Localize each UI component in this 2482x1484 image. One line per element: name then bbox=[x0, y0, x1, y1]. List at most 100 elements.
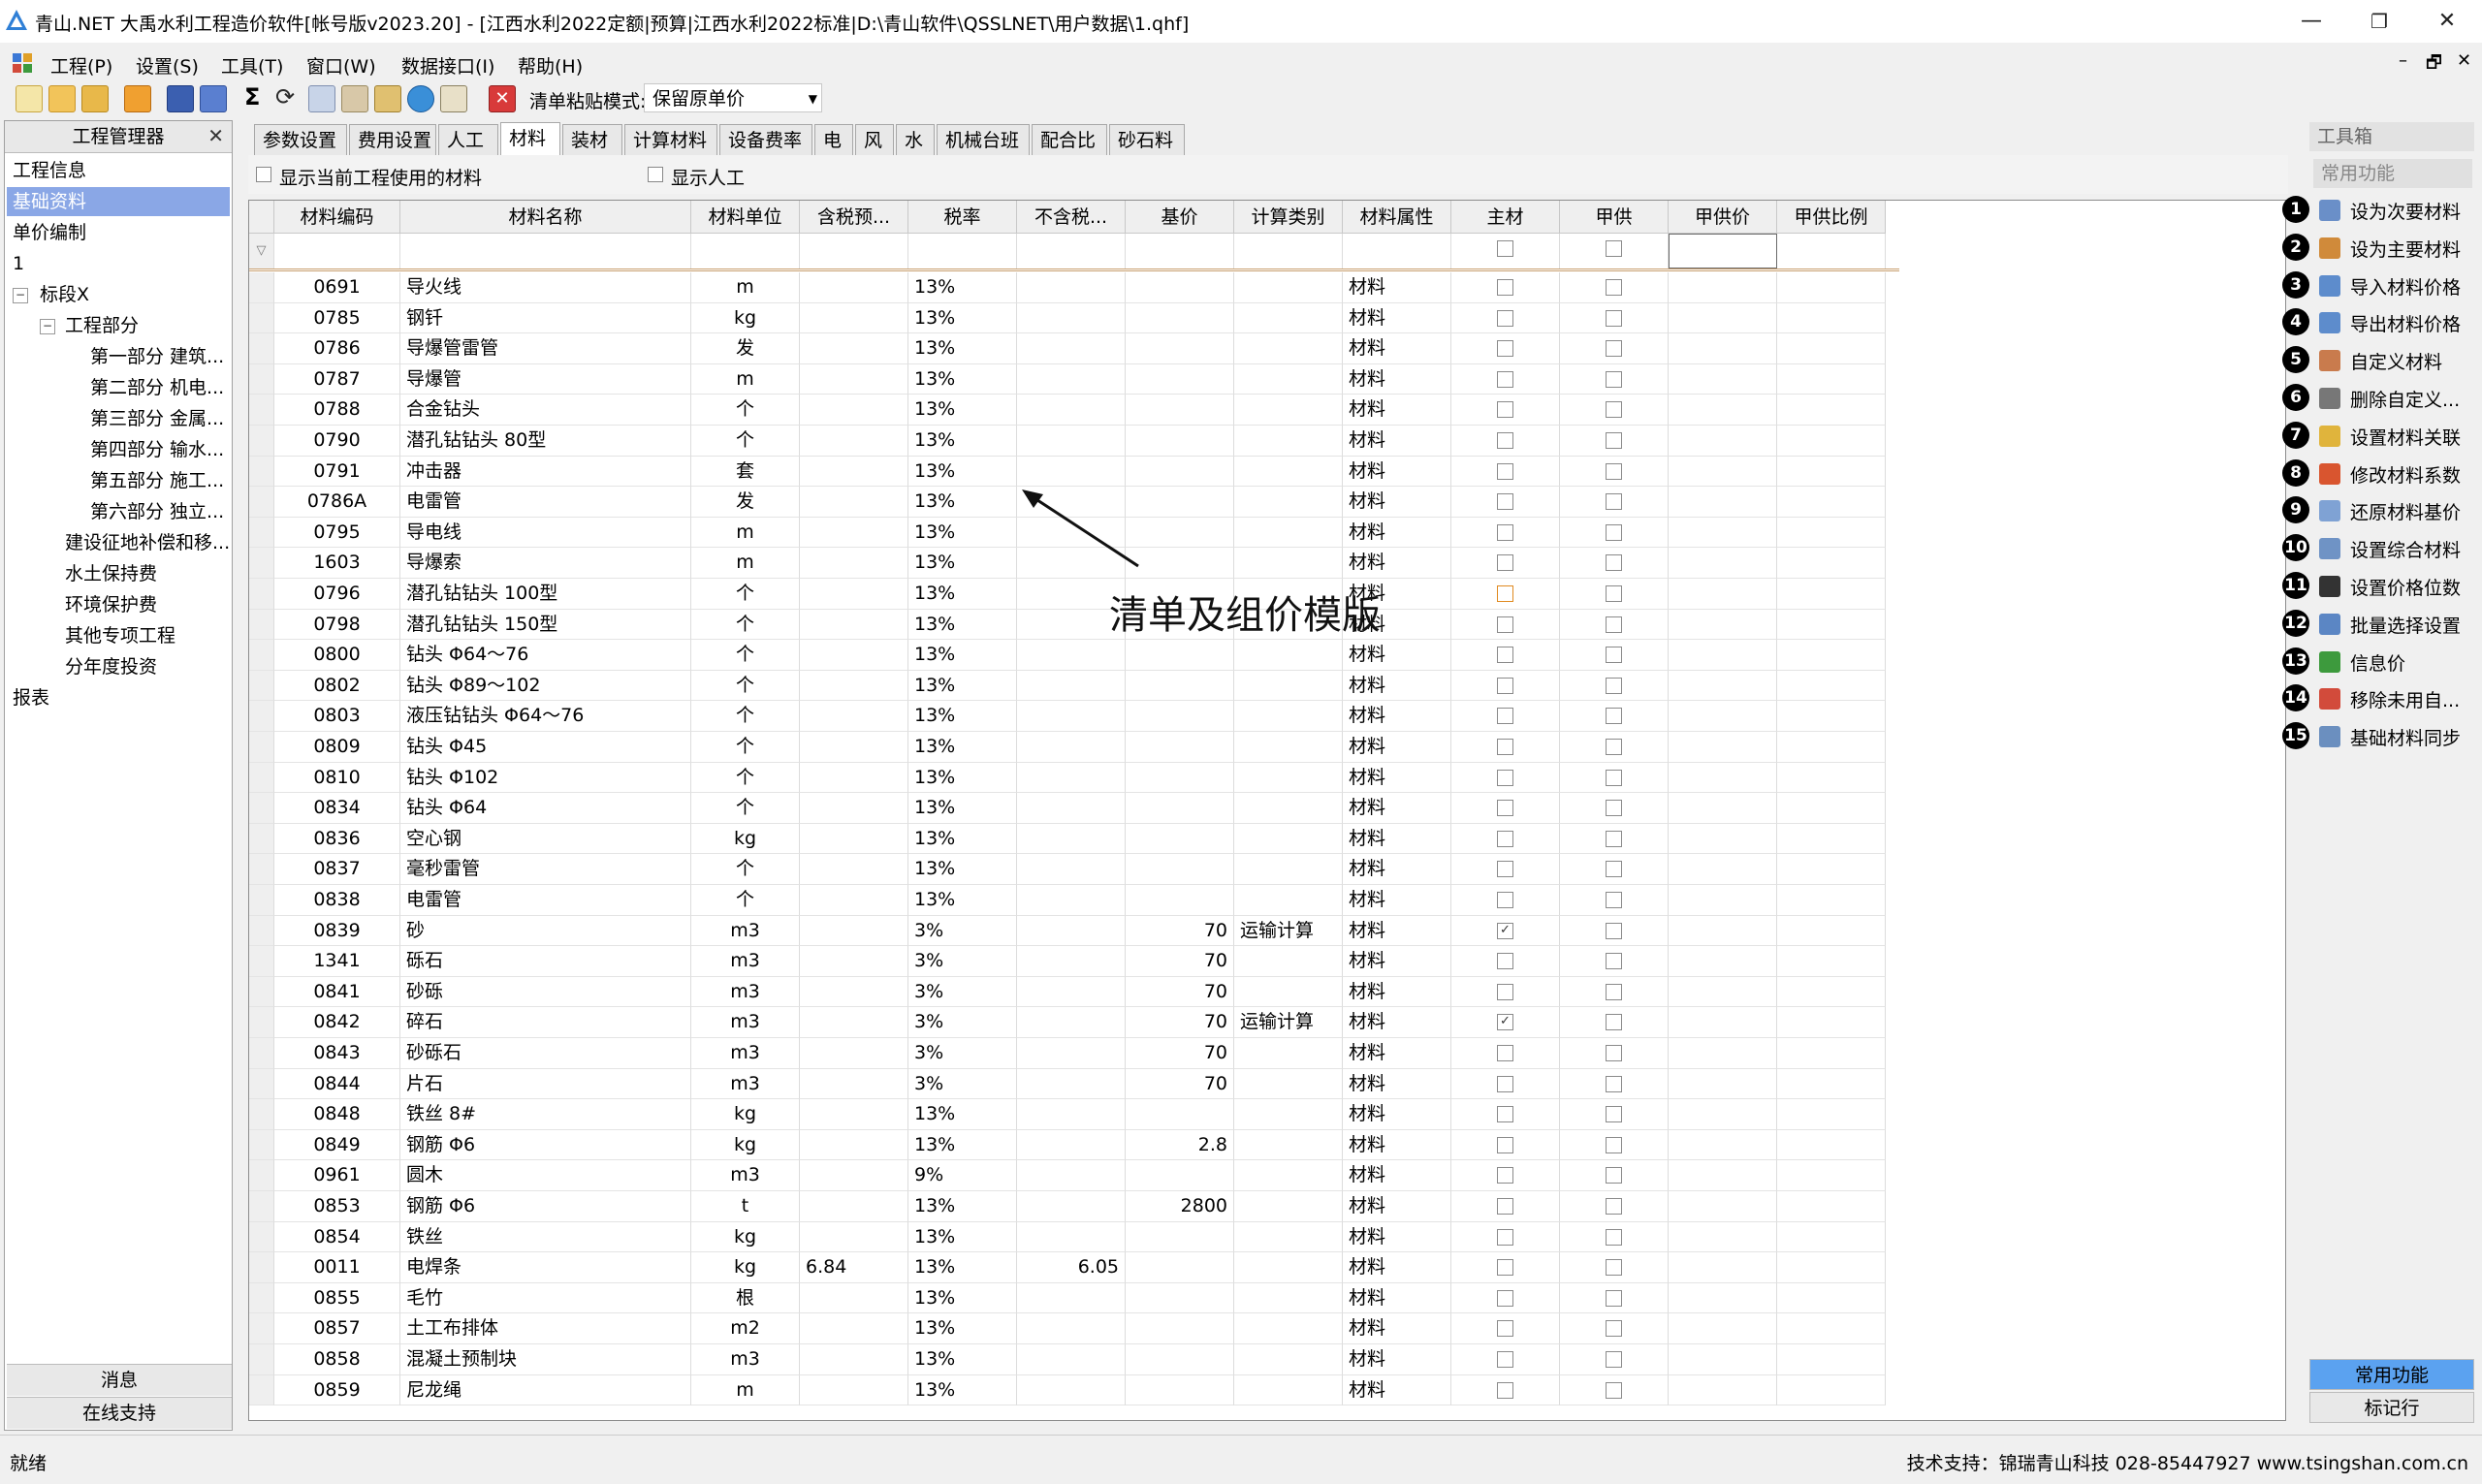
cell-base[interactable] bbox=[1126, 1221, 1234, 1253]
cell-base[interactable] bbox=[1126, 395, 1234, 426]
nav-basic-data[interactable]: 基础资料 bbox=[7, 187, 230, 216]
tab-4[interactable]: 装材 bbox=[562, 124, 622, 155]
cell-jia_ratio[interactable] bbox=[1777, 1068, 1886, 1100]
cell-jia_price[interactable] bbox=[1669, 854, 1777, 885]
cell-unit[interactable]: t bbox=[691, 1191, 800, 1222]
owner-supplied-checkbox[interactable] bbox=[1606, 523, 1622, 541]
owner-supplied-checkbox[interactable] bbox=[1606, 1289, 1622, 1307]
cell-rate[interactable]: 13% bbox=[908, 333, 1017, 364]
cell-attr[interactable]: 材料 bbox=[1343, 701, 1451, 732]
filter-cell[interactable] bbox=[908, 234, 1017, 268]
table-row[interactable]: 0857 土工布排体 m2 13% 材料 bbox=[249, 1313, 1899, 1344]
main-material-checkbox[interactable]: ✓ bbox=[1497, 922, 1513, 939]
cell-unit[interactable]: m bbox=[691, 548, 800, 579]
cell-jia_price[interactable] bbox=[1669, 1191, 1777, 1222]
toolbox-item[interactable]: 4 导出材料价格 bbox=[2282, 304, 2478, 341]
cell-jia_price[interactable] bbox=[1669, 426, 1777, 457]
cell-calc[interactable] bbox=[1234, 1252, 1343, 1283]
table-row[interactable]: 0803 液压钻钻头 Φ64～76 个 13% 材料 bbox=[249, 701, 1899, 732]
column-header[interactable]: 不含税... bbox=[1017, 201, 1126, 234]
table-row[interactable]: 0791 冲击器套 13% 材料 bbox=[249, 456, 1899, 488]
cell-rate[interactable]: 13% bbox=[908, 762, 1017, 794]
cell-tax_price[interactable] bbox=[800, 272, 908, 303]
cell-base[interactable]: 2.8 bbox=[1126, 1129, 1234, 1161]
main-material-checkbox[interactable] bbox=[1497, 616, 1513, 633]
row-indicator[interactable] bbox=[249, 609, 274, 641]
cell-calc[interactable] bbox=[1234, 793, 1343, 824]
table-row[interactable]: 0788 合金钻头个 13% 材料 bbox=[249, 395, 1899, 426]
filter-cell[interactable] bbox=[1126, 234, 1234, 268]
row-indicator[interactable] bbox=[249, 854, 274, 885]
table-row[interactable]: 0810 钻头 Φ102 个 13% 材料 bbox=[249, 762, 1899, 794]
cell-jia_ratio[interactable] bbox=[1777, 793, 1886, 824]
cell-calc[interactable] bbox=[1234, 823, 1343, 855]
main-material-checkbox[interactable] bbox=[1497, 892, 1513, 908]
cell-main[interactable] bbox=[1451, 732, 1560, 763]
toolbox-item[interactable]: 3 导入材料价格 bbox=[2282, 268, 2478, 304]
cell-code[interactable]: 0858 bbox=[274, 1344, 400, 1375]
cell-tax_price[interactable] bbox=[800, 823, 908, 855]
cell-jia[interactable] bbox=[1560, 1160, 1669, 1191]
cell-jia[interactable] bbox=[1560, 670, 1669, 702]
main-material-checkbox[interactable] bbox=[1497, 1106, 1513, 1123]
cell-unit[interactable]: 个 bbox=[691, 762, 800, 794]
owner-supplied-checkbox[interactable] bbox=[1606, 1320, 1622, 1338]
row-indicator[interactable] bbox=[249, 272, 274, 303]
tree-part-2[interactable]: 第二部分 机电... bbox=[90, 373, 224, 402]
tab-7[interactable]: 电 bbox=[814, 124, 853, 155]
owner-supplied-checkbox[interactable] bbox=[1606, 340, 1622, 358]
cell-tax_price[interactable] bbox=[800, 1344, 908, 1375]
table-row[interactable]: 0691 导火线 m 13% 材料 bbox=[249, 272, 1899, 303]
owner-supplied-checkbox[interactable] bbox=[1606, 585, 1622, 602]
cell-attr[interactable]: 材料 bbox=[1343, 670, 1451, 702]
cell-code[interactable]: 0854 bbox=[274, 1221, 400, 1253]
cell-name[interactable]: 潜孔钻钻头 80型 bbox=[400, 426, 691, 457]
tab-11[interactable]: 配合比 bbox=[1032, 124, 1107, 155]
cell-jia[interactable] bbox=[1560, 456, 1669, 488]
nav-unit-price[interactable]: 单价编制 bbox=[13, 218, 86, 247]
cell-name[interactable]: 毛竹 bbox=[400, 1282, 691, 1314]
filter-cell[interactable] bbox=[1451, 234, 1560, 268]
toolbox-item[interactable]: 10 设置综合材料 bbox=[2282, 530, 2478, 567]
main-material-checkbox[interactable] bbox=[1497, 983, 1513, 1000]
cell-name[interactable]: 合金钻头 bbox=[400, 395, 691, 426]
row-indicator[interactable] bbox=[249, 1344, 274, 1375]
row-indicator[interactable] bbox=[249, 1160, 274, 1191]
cell-notax[interactable] bbox=[1017, 976, 1126, 1008]
cell-jia[interactable] bbox=[1560, 854, 1669, 885]
cell-calc[interactable] bbox=[1234, 426, 1343, 457]
cell-jia[interactable] bbox=[1560, 1374, 1669, 1406]
cell-jia_price[interactable] bbox=[1669, 1344, 1777, 1375]
cell-main[interactable] bbox=[1451, 1282, 1560, 1314]
cell-tax_price[interactable] bbox=[800, 517, 908, 549]
main-material-checkbox[interactable] bbox=[1497, 1045, 1513, 1061]
collapse-icon[interactable]: − bbox=[13, 288, 28, 303]
menu-settings[interactable]: 设置(S) bbox=[136, 52, 199, 79]
cell-jia_ratio[interactable] bbox=[1777, 456, 1886, 488]
owner-supplied-checkbox[interactable] bbox=[1606, 1014, 1622, 1031]
table-row[interactable]: 0786 导爆管雷管发 13% 材料 bbox=[249, 333, 1899, 364]
tree-section-x[interactable]: 标段X bbox=[40, 280, 89, 309]
main-material-checkbox[interactable] bbox=[1497, 432, 1513, 449]
cell-base[interactable] bbox=[1126, 363, 1234, 395]
table-row[interactable]: 0843 砂砾石 m3 3% 70 材料 bbox=[249, 1038, 1899, 1069]
new-file-icon[interactable] bbox=[16, 85, 43, 112]
cell-unit[interactable]: 个 bbox=[691, 885, 800, 916]
cell-main[interactable] bbox=[1451, 1129, 1560, 1161]
tree-part-1[interactable]: 第一部分 建筑... bbox=[90, 342, 224, 371]
tab-5[interactable]: 计算材料 bbox=[624, 124, 717, 155]
cell-code[interactable]: 0841 bbox=[274, 976, 400, 1008]
cell-jia[interactable] bbox=[1560, 976, 1669, 1008]
cell-code[interactable]: 0837 bbox=[274, 854, 400, 885]
collapse-icon[interactable]: − bbox=[40, 319, 55, 334]
nav-item-1[interactable]: 1 bbox=[13, 249, 24, 278]
row-indicator-header[interactable] bbox=[249, 201, 274, 234]
picture-icon[interactable] bbox=[374, 85, 401, 112]
cell-unit[interactable]: 发 bbox=[691, 487, 800, 518]
cell-jia_price[interactable] bbox=[1669, 1252, 1777, 1283]
cell-calc[interactable] bbox=[1234, 976, 1343, 1008]
row-indicator[interactable] bbox=[249, 885, 274, 916]
row-indicator[interactable] bbox=[249, 1191, 274, 1222]
cell-tax_price[interactable] bbox=[800, 1038, 908, 1069]
row-indicator[interactable] bbox=[249, 363, 274, 395]
